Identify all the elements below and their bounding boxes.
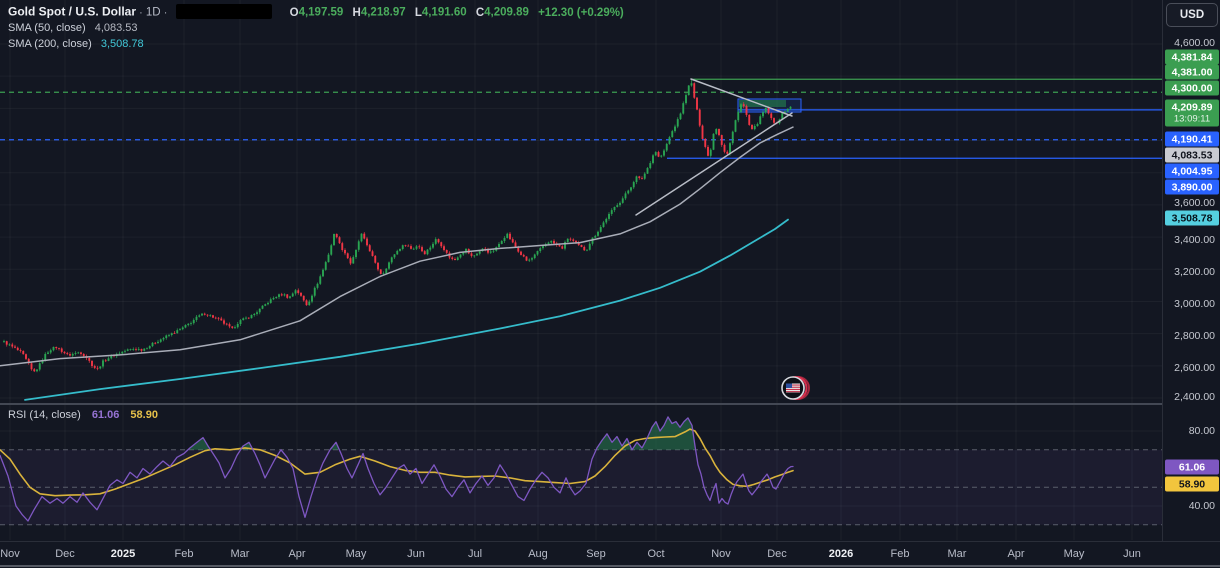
price-level-badge: 4,083.53 [1165,147,1219,163]
countdown-timer: 13:09:11 [1173,113,1211,124]
close-label: C [475,6,485,19]
currency-toggle-button[interactable]: USD [1166,3,1218,27]
low-value: 4,191.60 [421,6,467,19]
window-bottom-border [0,565,1220,567]
main-price-pane[interactable] [0,78,1162,401]
trendline[interactable] [635,112,793,216]
price-axis-label: 3,000.00 [1174,298,1215,310]
time-axis-month-label: Dec [55,548,75,560]
low-label: L [414,6,422,19]
high-value: 4,218.97 [360,6,406,19]
price-level-badge: 4,381.84 [1165,49,1219,65]
sma50-legend-row[interactable]: SMA (50, close) 4,083.53 [8,22,138,34]
rsi-pane[interactable] [0,416,1162,526]
rsi-value-badge: 61.06 [1165,459,1219,475]
sma200-legend-row[interactable]: SMA (200, close) 3,508.78 [8,38,144,50]
price-axis-label: 2,800.00 [1174,330,1215,342]
time-axis-month-label: Nov [711,548,731,560]
time-axis-month-label: Dec [767,548,787,560]
chart-legend-row[interactable]: Gold Spot / U.S. Dollar · 1D · O4,197.59 H4… [8,4,624,21]
time-axis-month-label: Jun [1123,548,1141,560]
symbol-title[interactable]: Gold Spot / U.S. Dollar [8,5,136,19]
time-axis-month-label: May [345,548,367,560]
separator-dot: · [163,6,168,19]
change-value: +12.30 (+0.29%) [538,6,624,19]
price-level-badge: 4,300.00 [1165,80,1219,96]
rsi-value-badge: 58.90 [1165,476,1219,492]
time-axis-month-label: Aug [528,548,548,560]
time-axis-month-label: Feb [174,548,194,560]
separator-dot: · [139,6,143,19]
price-axis-label: 2,400.00 [1174,391,1215,403]
sma200-line[interactable] [24,218,789,401]
time-axis-year-label: 2025 [110,548,136,560]
close-value: 4,209.89 [484,6,529,19]
chart-canvas[interactable] [0,0,1220,541]
rsi-label[interactable]: RSI (14, close) [8,409,81,421]
price-axis-label: 3,200.00 [1174,266,1215,278]
time-axis-month-label: Jun [407,548,425,560]
rsi-axis-label: 40.00 [1188,500,1215,512]
price-level-badge: 3,890.00 [1165,179,1219,195]
sma50-label[interactable]: SMA (50, close) [8,22,86,34]
time-axis-year-label: 2026 [828,548,854,560]
rsi-legend-row[interactable]: RSI (14, close) 61.06 58.90 [8,409,158,421]
last-price-badge: 4,209.89 13:09:11 [1165,99,1219,127]
price-axis-label: 4,600.00 [1174,37,1215,49]
sma200-value: 3,508.78 [100,38,144,50]
price-axis-label: 3,400.00 [1174,234,1215,246]
time-axis-month-label: Mar [947,548,967,560]
price-level-badge: 4,190.41 [1165,131,1219,147]
sma50-value: 4,083.53 [94,22,138,34]
time-axis-month-label: Mar [230,548,250,560]
time-axis[interactable]: Nov Dec 2025 Feb Mar Apr May Jun Jul Aug Sep Oct Nov… [0,541,1220,568]
price-axis[interactable]: 4,600.00 3,600.00 3,400.00 3,200.00 3,000.00… [1162,0,1220,541]
time-axis-month-label: Jul [467,548,483,560]
time-axis-month-label: Oct [647,548,665,560]
interval-label[interactable]: 1D [146,7,161,19]
time-axis-month-label: Sep [586,548,606,560]
rsi-axis-label: 80.00 [1188,425,1215,437]
time-axis-month-label: Apr [1007,548,1025,560]
rsi-ma-value: 58.90 [130,409,158,421]
price-level-badge: 4,004.95 [1165,163,1219,179]
time-axis-month-label: Nov [0,548,20,560]
time-axis-month-label: May [1063,548,1085,560]
flag-logo-stamp [781,376,810,400]
trading-chart-window: Gold Spot / U.S. Dollar · 1D · O4,197.59 H4… [0,0,1220,568]
pane-divider[interactable] [0,403,1220,405]
sma200-label[interactable]: SMA (200, close) [8,38,92,50]
price-level-badge: 4,381.00 [1165,64,1219,80]
price-level-badge: 3,508.78 [1165,210,1219,226]
redacted-source-box [176,4,273,19]
time-axis-month-label: Apr [288,548,306,560]
open-label: O [289,6,299,19]
price-axis-label: 3,600.00 [1174,197,1215,209]
price-axis-label: 2,600.00 [1174,362,1215,374]
rsi-value: 61.06 [91,409,120,421]
time-axis-month-label: Feb [890,548,910,560]
open-value: 4,197.59 [298,6,344,19]
high-label: H [352,6,361,19]
candlestick-series [3,79,792,373]
sma50-line[interactable] [0,126,794,367]
